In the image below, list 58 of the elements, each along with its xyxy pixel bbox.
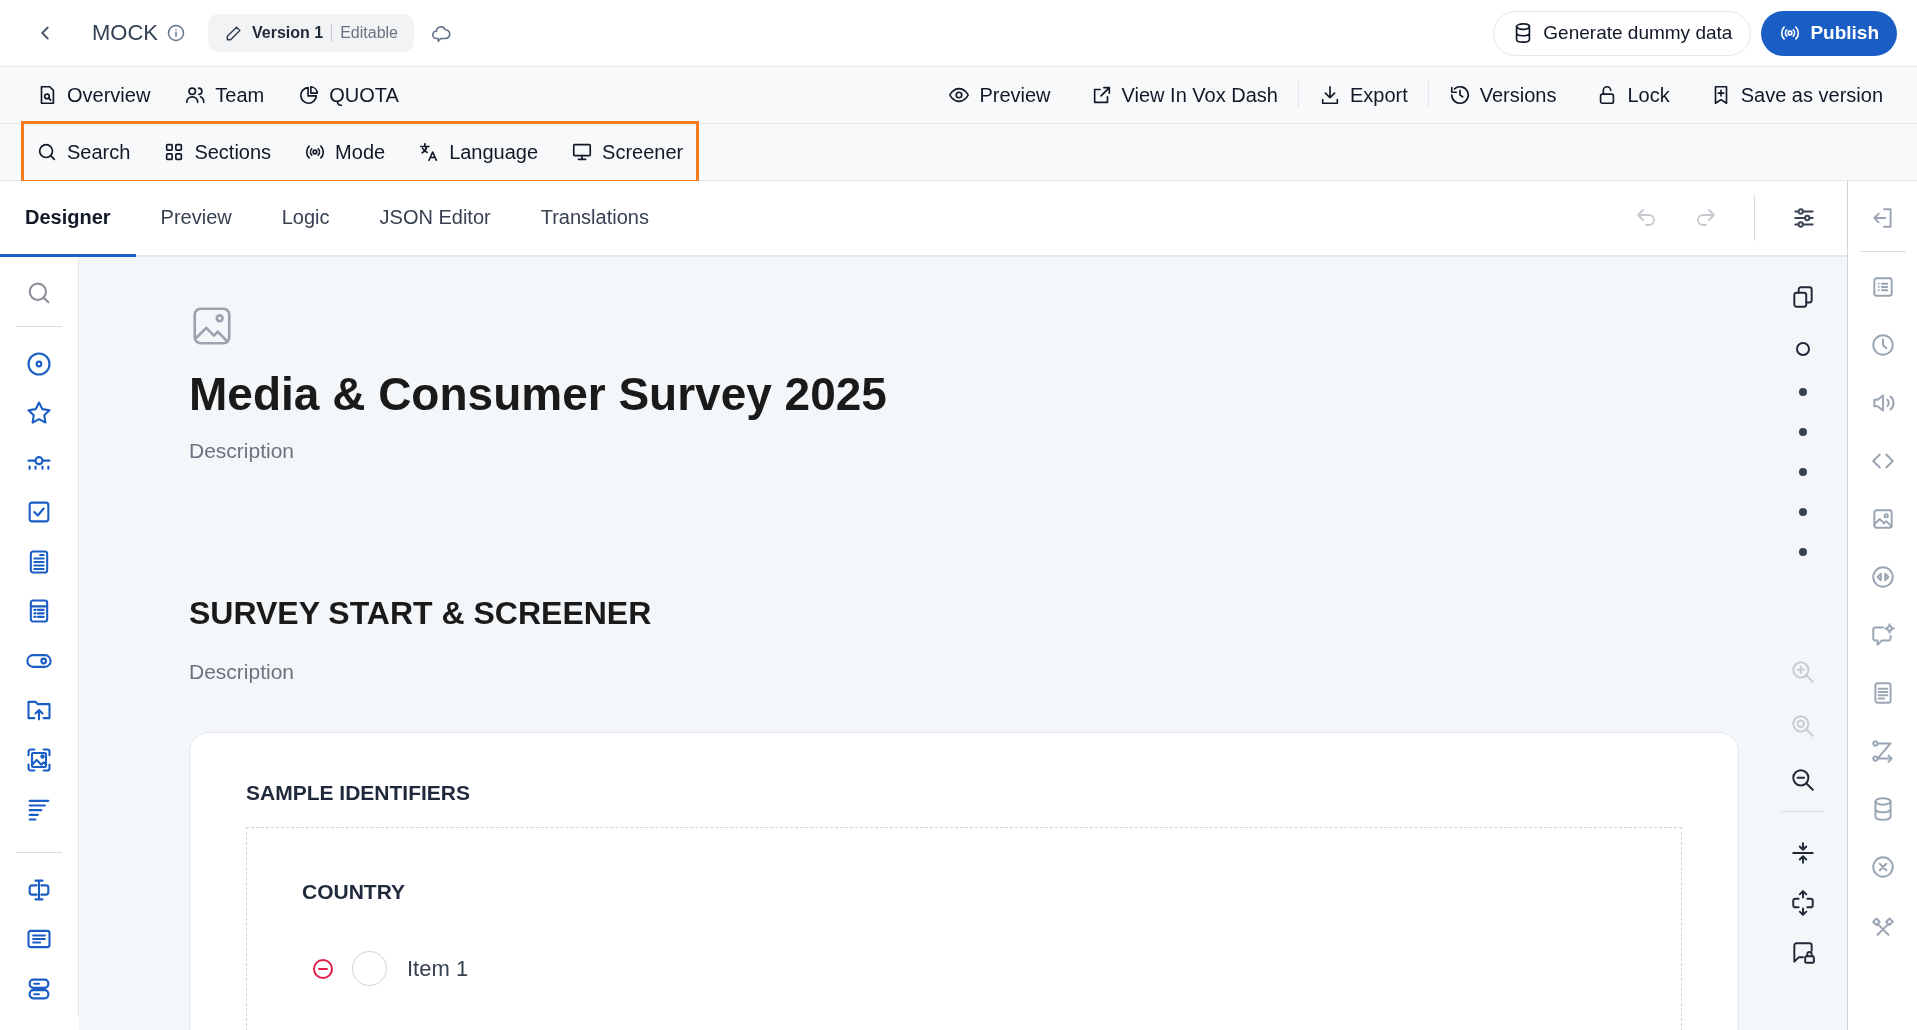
toolbar-button[interactable]: Screener — [571, 140, 684, 164]
toolbar-button[interactable]: Mode — [304, 140, 386, 164]
section-marker[interactable] — [1799, 548, 1807, 556]
publish-button[interactable]: Publish — [1761, 10, 1897, 56]
settings-icon — [1791, 205, 1817, 231]
version-label: Version 1 — [252, 24, 324, 42]
history-icon — [1448, 84, 1471, 106]
zoom-in-icon — [1790, 659, 1816, 685]
tab[interactable]: Translations — [515, 181, 674, 257]
zoom-out-icon — [1790, 767, 1816, 793]
nav-action[interactable]: Versions — [1448, 83, 1557, 107]
radio-button[interactable] — [352, 951, 387, 987]
generate-data-button[interactable]: Generate dummy data — [1493, 10, 1752, 56]
nav-action[interactable]: Preview — [948, 83, 1051, 107]
tab[interactable]: JSON Editor — [354, 181, 516, 257]
image-scan-icon[interactable] — [25, 745, 53, 774]
users-icon — [184, 84, 207, 106]
section-marker[interactable] — [1799, 508, 1807, 516]
copy-icon[interactable] — [1790, 284, 1816, 310]
nav-action[interactable]: Save as version — [1709, 83, 1883, 107]
project-title: MOCK — [92, 20, 158, 46]
move-icon[interactable] — [1790, 890, 1816, 916]
info-icon[interactable] — [166, 23, 186, 43]
zoom-out-button[interactable] — [1790, 767, 1816, 793]
zoom-reset-icon — [1790, 713, 1816, 739]
nav-link[interactable]: Overview — [36, 83, 151, 107]
pencil-icon — [224, 23, 244, 43]
tab[interactable]: Logic — [256, 181, 355, 257]
survey-title: Media & Consumer Survey 2025 — [189, 367, 888, 422]
nav-action[interactable]: Export — [1318, 83, 1408, 107]
radio-icon[interactable] — [25, 349, 53, 378]
page-description: Description — [189, 660, 296, 685]
section-marker[interactable] — [1799, 428, 1807, 436]
monitor-icon — [571, 141, 594, 163]
survey-description: Description — [189, 439, 296, 464]
collapse-icon[interactable] — [1790, 840, 1816, 866]
section-marker[interactable] — [1799, 468, 1807, 476]
version-status: Editable — [340, 24, 398, 42]
version-pill[interactable]: Version 1 Editable — [208, 14, 414, 52]
pie-chart-icon — [298, 84, 321, 106]
nav-action[interactable]: Lock — [1596, 83, 1670, 107]
choice-label: Item 1 — [407, 955, 469, 982]
section-marker[interactable] — [1796, 342, 1810, 356]
tab[interactable]: Preview — [135, 181, 257, 257]
toolbar-button[interactable]: Language — [418, 140, 539, 164]
toolbar-button[interactable]: Search — [36, 140, 131, 164]
search-icon — [36, 141, 58, 163]
comment-lock-icon[interactable] — [1790, 940, 1816, 966]
nav-link[interactable]: QUOTA — [298, 83, 399, 107]
settings-button[interactable] — [1791, 205, 1817, 231]
question-title: COUNTRY — [302, 880, 407, 905]
panel-title: SAMPLE IDENTIFIERS — [246, 781, 472, 806]
page-title: SURVEY START & SCREENER — [189, 595, 653, 633]
nav-action[interactable]: View In Vox Dash — [1090, 83, 1278, 107]
remove-icon[interactable] — [311, 956, 335, 981]
toolbar-button[interactable]: Sections — [163, 140, 272, 164]
section-marker[interactable] — [1799, 388, 1807, 396]
nav-link[interactable]: Team — [184, 83, 265, 107]
